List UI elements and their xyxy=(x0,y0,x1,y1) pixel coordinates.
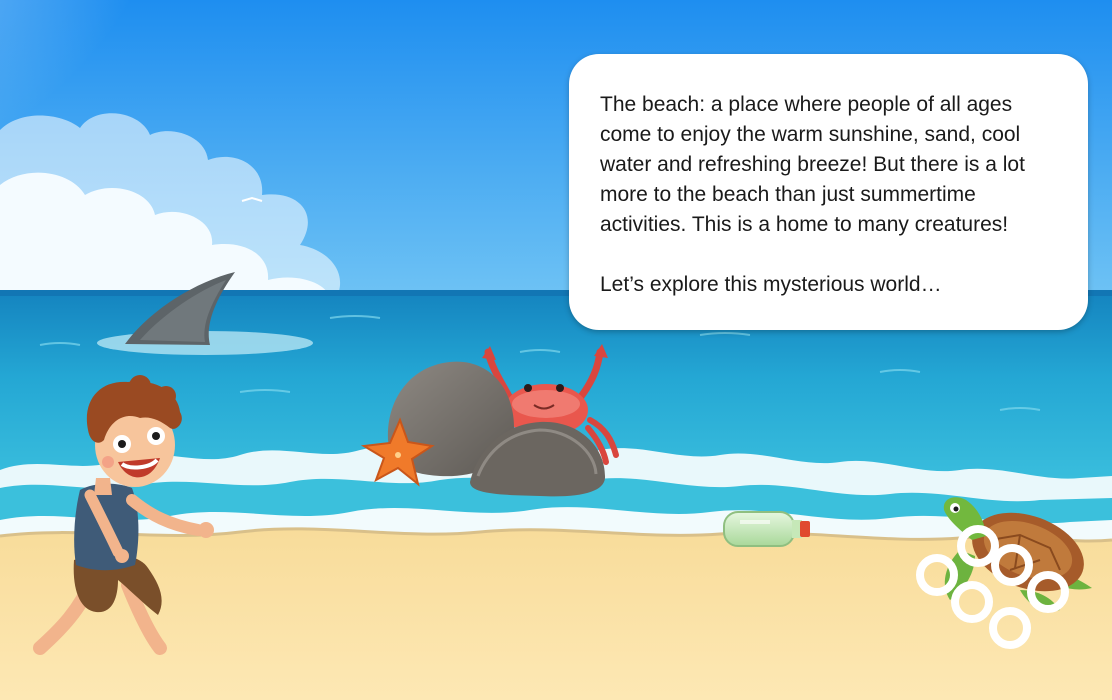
beach-story-scene: The beach: a place where people of all a… xyxy=(0,0,1112,700)
story-speech-bubble: The beach: a place where people of all a… xyxy=(569,54,1088,330)
sand xyxy=(0,528,1112,700)
story-paragraph-intro: The beach: a place where people of all a… xyxy=(600,93,1025,236)
story-paragraph-explore: Let’s explore this mysterious world… xyxy=(600,273,942,296)
